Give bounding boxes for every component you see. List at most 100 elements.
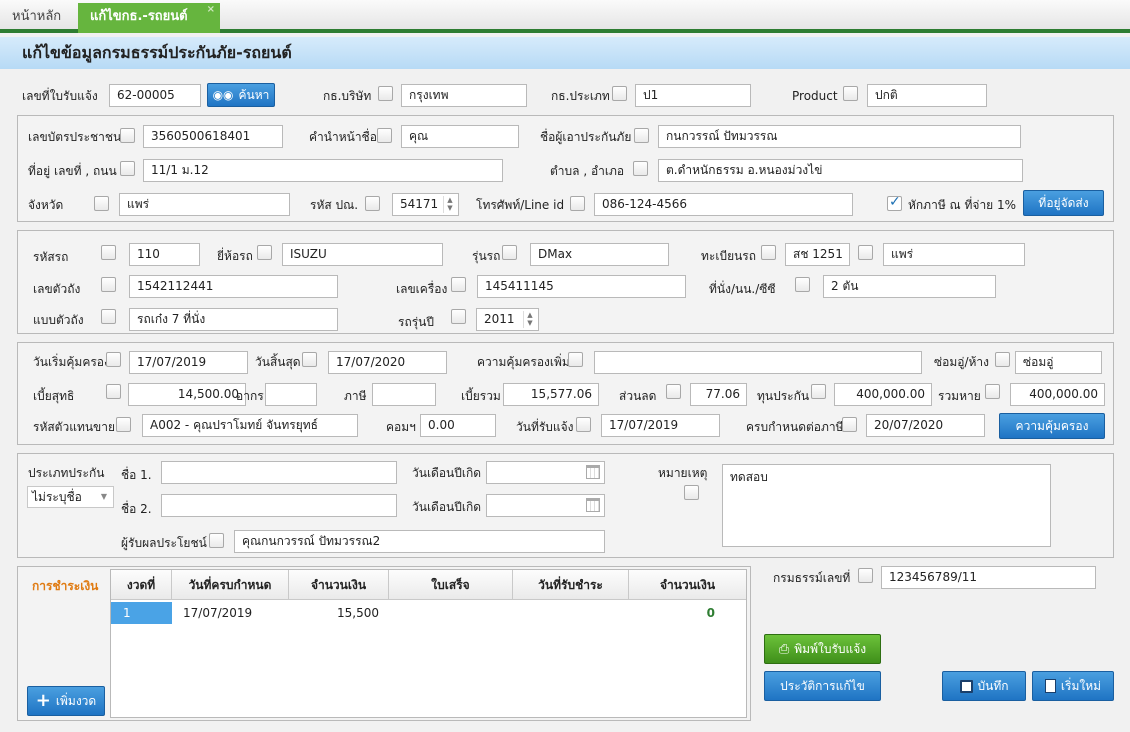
vehicle-code-checkbox[interactable]: [101, 245, 116, 260]
row-paid-date-cell[interactable]: [513, 602, 629, 624]
duty-input[interactable]: [265, 383, 317, 406]
coverage-button[interactable]: ความคุ้มครอง: [999, 413, 1105, 439]
plate-checkbox[interactable]: [761, 245, 776, 260]
model-input[interactable]: DMax: [530, 243, 669, 266]
total-loss-input[interactable]: 400,000.00: [1010, 383, 1105, 406]
edit-history-button[interactable]: ประวัติการแก้ไข: [764, 671, 881, 701]
policy-number-checkbox[interactable]: [858, 568, 873, 583]
brand-input[interactable]: ISUZU: [282, 243, 443, 266]
beneficiary-checkbox[interactable]: [209, 533, 224, 548]
address-checkbox[interactable]: [120, 161, 135, 176]
new-button[interactable]: เริ่มใหม่: [1032, 671, 1114, 701]
insurance-type-select[interactable]: ไม่ระบุชื่อ ▼: [27, 486, 114, 508]
product-checkbox[interactable]: [843, 86, 858, 101]
received-date-input[interactable]: 17/07/2019: [601, 414, 720, 437]
plate-province-input[interactable]: แพร่: [883, 243, 1025, 266]
col-paid-amount[interactable]: จำนวนเงิน: [629, 570, 746, 600]
table-row[interactable]: 1 17/07/2019 15,500 0: [111, 601, 746, 625]
calendar-icon[interactable]: [586, 465, 600, 479]
model-checkbox[interactable]: [502, 245, 517, 260]
col-paid-date[interactable]: วันที่รับชำระ: [513, 570, 629, 600]
net-premium-input[interactable]: 14,500.00: [128, 383, 246, 406]
driver2-dob-input[interactable]: [486, 494, 605, 517]
policy-number-input[interactable]: 123456789/11: [881, 566, 1096, 589]
driver1-dob-input[interactable]: [486, 461, 605, 484]
sum-insured-input[interactable]: 400,000.00: [834, 383, 932, 406]
row-paid-amount-cell[interactable]: 0: [629, 602, 715, 624]
end-date-checkbox[interactable]: [302, 352, 317, 367]
sum-insured-checkbox[interactable]: [811, 384, 826, 399]
insured-name-checkbox[interactable]: [634, 128, 649, 143]
chassis-checkbox[interactable]: [101, 277, 116, 292]
policy-type-input[interactable]: ป1: [635, 84, 751, 107]
engine-checkbox[interactable]: [451, 277, 466, 292]
seats-checkbox[interactable]: [795, 277, 810, 292]
subdistrict-checkbox[interactable]: [633, 161, 648, 176]
discount-input[interactable]: 77.06: [690, 383, 747, 406]
col-installment[interactable]: งวดที่: [111, 570, 172, 600]
plate-province-checkbox[interactable]: [858, 245, 873, 260]
tab-home[interactable]: หน้าหลัก: [0, 3, 73, 33]
note-checkbox[interactable]: [684, 485, 699, 500]
note-textarea[interactable]: ทดสอบ: [722, 464, 1051, 547]
vehicle-code-input[interactable]: 110: [129, 243, 200, 266]
agent-code-input[interactable]: A002 - คุณปราโมทย์ จันทรยุทธ์: [142, 414, 358, 437]
tax-due-input[interactable]: 20/07/2020: [866, 414, 985, 437]
engine-input[interactable]: 145411145: [477, 275, 686, 298]
discount-checkbox[interactable]: [666, 384, 681, 399]
company-checkbox[interactable]: [378, 86, 393, 101]
driver2-name-input[interactable]: [161, 494, 397, 517]
spinner-icon[interactable]: ▲ ▼: [443, 196, 456, 213]
prefix-checkbox[interactable]: [377, 128, 392, 143]
model-year-checkbox[interactable]: [451, 309, 466, 324]
col-receipt[interactable]: ใบเสร็จ: [389, 570, 513, 600]
shipping-address-button[interactable]: ที่อยู่จัดส่ง: [1023, 190, 1104, 216]
col-due-date[interactable]: วันที่ครบกำหนด: [172, 570, 289, 600]
commission-input[interactable]: 0.00: [420, 414, 496, 437]
prefix-input[interactable]: คุณ: [401, 125, 519, 148]
row-amount-cell[interactable]: 15,500: [289, 602, 379, 624]
tab-edit-car-policy[interactable]: แก้ไขกธ.-รถยนต์ ×: [78, 3, 220, 33]
id-card-checkbox[interactable]: [120, 128, 135, 143]
model-year-stepper[interactable]: 2011 ▲ ▼: [476, 308, 539, 331]
company-input[interactable]: กรุงเทพ: [401, 84, 527, 107]
end-date-input[interactable]: 17/07/2020: [328, 351, 447, 374]
plate-input[interactable]: สช 1251: [785, 243, 850, 266]
id-card-input[interactable]: 3560500618401: [143, 125, 283, 148]
tax-due-checkbox[interactable]: [842, 417, 857, 432]
postcode-checkbox[interactable]: [365, 196, 380, 211]
agent-code-checkbox[interactable]: [116, 417, 131, 432]
col-amount[interactable]: จำนวนเงิน: [289, 570, 389, 600]
total-premium-input[interactable]: 15,577.06: [503, 383, 599, 406]
search-button[interactable]: ◉◉ ค้นหา: [207, 83, 275, 107]
close-icon[interactable]: ×: [207, 0, 215, 24]
brand-checkbox[interactable]: [257, 245, 272, 260]
calendar-icon[interactable]: [586, 498, 600, 512]
product-input[interactable]: ปกติ: [867, 84, 987, 107]
body-type-checkbox[interactable]: [101, 309, 116, 324]
print-receipt-button[interactable]: ⎙ พิมพ์ใบรับแจ้ง: [764, 634, 881, 664]
postcode-stepper[interactable]: 54171 ▲ ▼: [392, 193, 459, 216]
add-installment-button[interactable]: + เพิ่มงวด: [27, 686, 105, 716]
received-date-checkbox[interactable]: [576, 417, 591, 432]
policy-type-checkbox[interactable]: [612, 86, 627, 101]
start-date-input[interactable]: 17/07/2019: [129, 351, 248, 374]
phone-input[interactable]: 086-124-4566: [594, 193, 853, 216]
tax-input[interactable]: [372, 383, 436, 406]
repair-type-checkbox[interactable]: [995, 352, 1010, 367]
extra-coverage-input[interactable]: [594, 351, 922, 374]
save-button[interactable]: บันทึก: [942, 671, 1026, 701]
start-date-checkbox[interactable]: [106, 352, 121, 367]
row-installment-cell[interactable]: 1: [111, 602, 172, 624]
subdistrict-input[interactable]: ต.ดำหนักธรรม อ.หนองม่วงไข่: [658, 159, 1023, 182]
net-premium-checkbox[interactable]: [106, 384, 121, 399]
withholding-tax-checkbox[interactable]: [887, 194, 902, 211]
total-loss-checkbox[interactable]: [985, 384, 1000, 399]
row-due-date-cell[interactable]: 17/07/2019: [183, 602, 252, 624]
extra-coverage-checkbox[interactable]: [568, 352, 583, 367]
spinner-icon[interactable]: ▲ ▼: [523, 311, 536, 328]
body-type-input[interactable]: รถเก๋ง 7 ที่นั่ง: [129, 308, 338, 331]
driver1-name-input[interactable]: [161, 461, 397, 484]
chassis-input[interactable]: 1542112441: [129, 275, 338, 298]
insured-name-input[interactable]: กนกวรรณ์ ปัทมวรรณ: [658, 125, 1021, 148]
